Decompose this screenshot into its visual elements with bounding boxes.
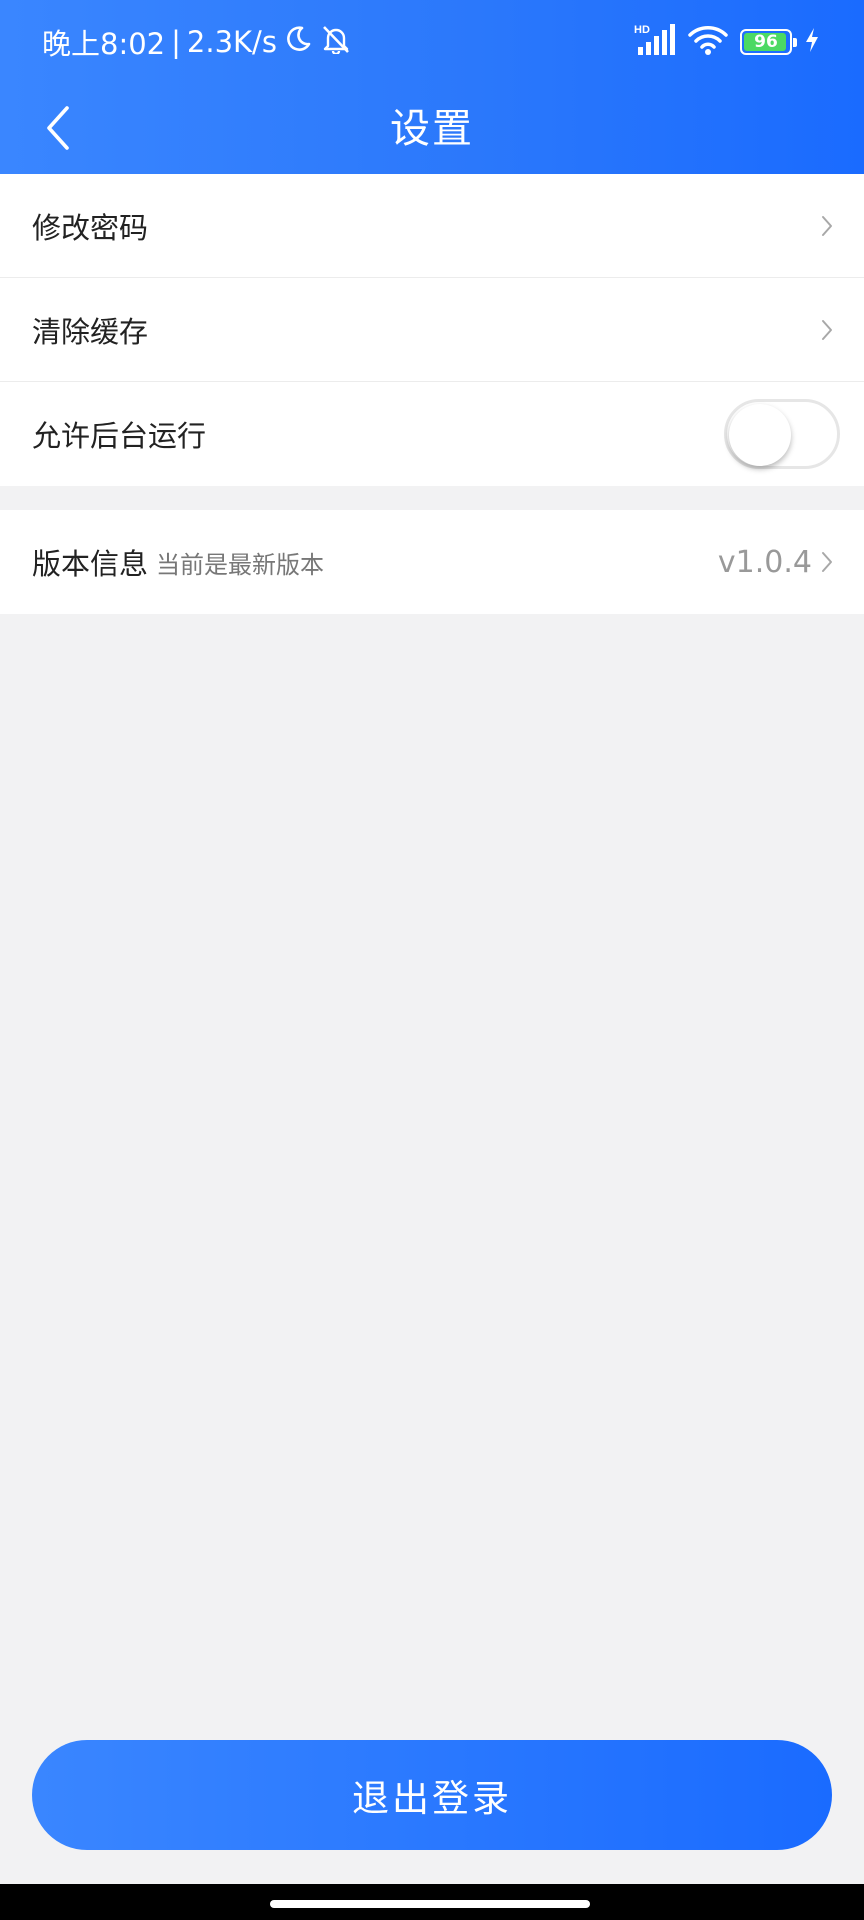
nav-bar: 设置 [0,84,864,174]
battery-level: 96 [754,32,778,52]
network-speed: 2.3K/s [186,25,277,59]
chevron-right-icon [822,319,832,340]
row-right [724,382,840,486]
signal-hd-label: HD [634,24,650,36]
toggle-knob [729,404,791,466]
row-right [820,174,834,277]
clear-cache-row[interactable]: 清除缓存 [0,278,864,382]
change-password-row[interactable]: 修改密码 [0,174,864,278]
clear-cache-label: 清除缓存 [32,314,149,349]
home-indicator[interactable] [270,1900,590,1908]
app-header: 晚上8:02 | 2.3K/s HD 96 设置 [0,0,864,174]
background-run-label: 允许后台运行 [32,419,207,453]
version-row[interactable]: 版本信息 当前是最新版本 v1.0.4 [0,510,864,614]
status-left: 晚上8:02 | 2.3K/s [42,20,353,64]
charging-icon [804,27,820,57]
wifi-icon [688,24,728,60]
battery-cap [793,38,797,47]
background-run-row: 允许后台运行 [0,382,864,486]
signal-icon: HD [634,23,676,61]
version-group: 版本信息 当前是最新版本 v1.0.4 [0,510,864,614]
page-title: 设置 [390,106,474,152]
moon-icon [283,24,313,61]
logout-button[interactable]: 退出登录 [32,1740,832,1850]
version-label: 版本信息 [32,547,149,581]
chevron-right-icon [822,215,832,236]
status-bar: 晚上8:02 | 2.3K/s HD 96 [0,0,864,84]
version-status: 当前是最新版本 [156,550,325,579]
row-right: v1.0.4 [718,510,834,614]
row-right [820,278,834,381]
background-run-toggle[interactable] [724,399,840,469]
version-value: v1.0.4 [717,544,812,580]
chevron-right-icon [822,552,832,572]
settings-group: 修改密码 清除缓存 允许后台运行 [0,174,864,486]
status-time: 晚上8:02 [42,27,166,61]
battery-indicator: 96 [740,29,797,55]
gesture-bar [0,1884,864,1920]
bell-muted-icon [319,24,353,61]
change-password-label: 修改密码 [32,210,149,245]
status-separator: | [171,25,181,59]
status-right: HD 96 [634,22,820,62]
